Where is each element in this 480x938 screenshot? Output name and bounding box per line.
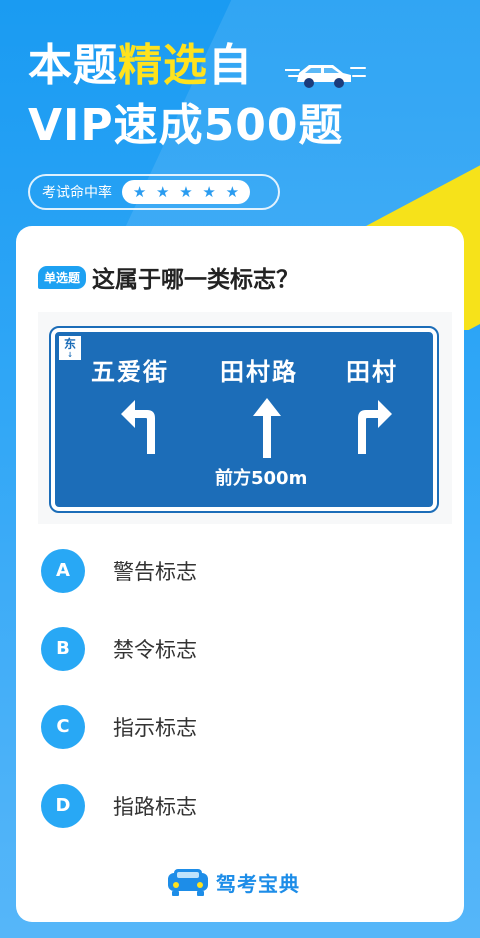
hero-title-suffix: 自 — [208, 40, 253, 91]
brand-car-icon — [168, 869, 208, 896]
option-text: 指示标志 — [113, 716, 197, 740]
distance-label: 前方500m — [215, 468, 308, 489]
hero-title-line1: 本题精选自 — [28, 36, 468, 96]
option-c[interactable]: C 指示标志 — [41, 705, 197, 749]
star-icon: ★ — [156, 183, 170, 201]
destination-straight: 田村路 — [220, 358, 298, 386]
option-letter: B — [41, 627, 85, 671]
star-icon: ★ — [225, 183, 240, 201]
option-d[interactable]: D 指路标志 — [41, 784, 197, 828]
road-sign: 东 ↓ 五爱街 田村路 田村 前方500m — [49, 326, 439, 513]
option-text: 警告标志 — [113, 560, 197, 584]
straight-arrow-icon — [253, 398, 281, 458]
question-text: 这属于哪一类标志？ — [92, 267, 300, 293]
hero-title-prefix: 本题 — [28, 40, 118, 91]
option-b[interactable]: B 禁令标志 — [41, 627, 197, 671]
hero-title-line2: VIP速成500题 — [28, 100, 344, 151]
turn-right-arrow-icon — [358, 400, 392, 454]
question-card: 单选题 这属于哪一类标志？ 东 ↓ 五爱街 田村路 田村 前方500m A 警告… — [16, 226, 464, 922]
direction-sub: ↓ — [67, 351, 73, 359]
hit-rate-label: 考试命中率 — [42, 185, 112, 201]
brand-logo: 驾考宝典 — [166, 867, 300, 897]
hero-title: 本题精选自 VIP速成500题 — [28, 36, 468, 156]
destination-left: 五爱街 — [91, 358, 169, 386]
star-rating: ★ ★ ★ ★ ★ — [122, 180, 250, 204]
hit-rate-badge: 考试命中率 ★ ★ ★ ★ ★ — [28, 174, 280, 210]
brand-name: 驾考宝典 — [216, 871, 300, 896]
option-letter: A — [41, 549, 85, 593]
option-a[interactable]: A 警告标志 — [41, 549, 197, 593]
destination-right: 田村 — [346, 358, 398, 386]
star-icon: ★ — [179, 183, 193, 201]
car-icon — [285, 65, 366, 88]
option-text: 禁令标志 — [113, 638, 197, 662]
question-type-badge: 单选题 — [38, 265, 87, 289]
direction-marker: 东 ↓ — [59, 336, 81, 360]
turn-left-arrow-icon — [121, 400, 155, 454]
option-letter: C — [41, 705, 85, 749]
question-header: 单选题 这属于哪一类标志？ — [38, 260, 299, 294]
star-icon: ★ — [202, 183, 216, 201]
hero-title-highlight: 精选 — [118, 40, 208, 91]
star-icon: ★ — [132, 183, 147, 201]
option-text: 指路标志 — [113, 795, 197, 819]
question-image: 东 ↓ 五爱街 田村路 田村 前方500m — [38, 312, 452, 524]
option-letter: D — [41, 784, 85, 828]
direction-char: 东 — [63, 337, 76, 351]
